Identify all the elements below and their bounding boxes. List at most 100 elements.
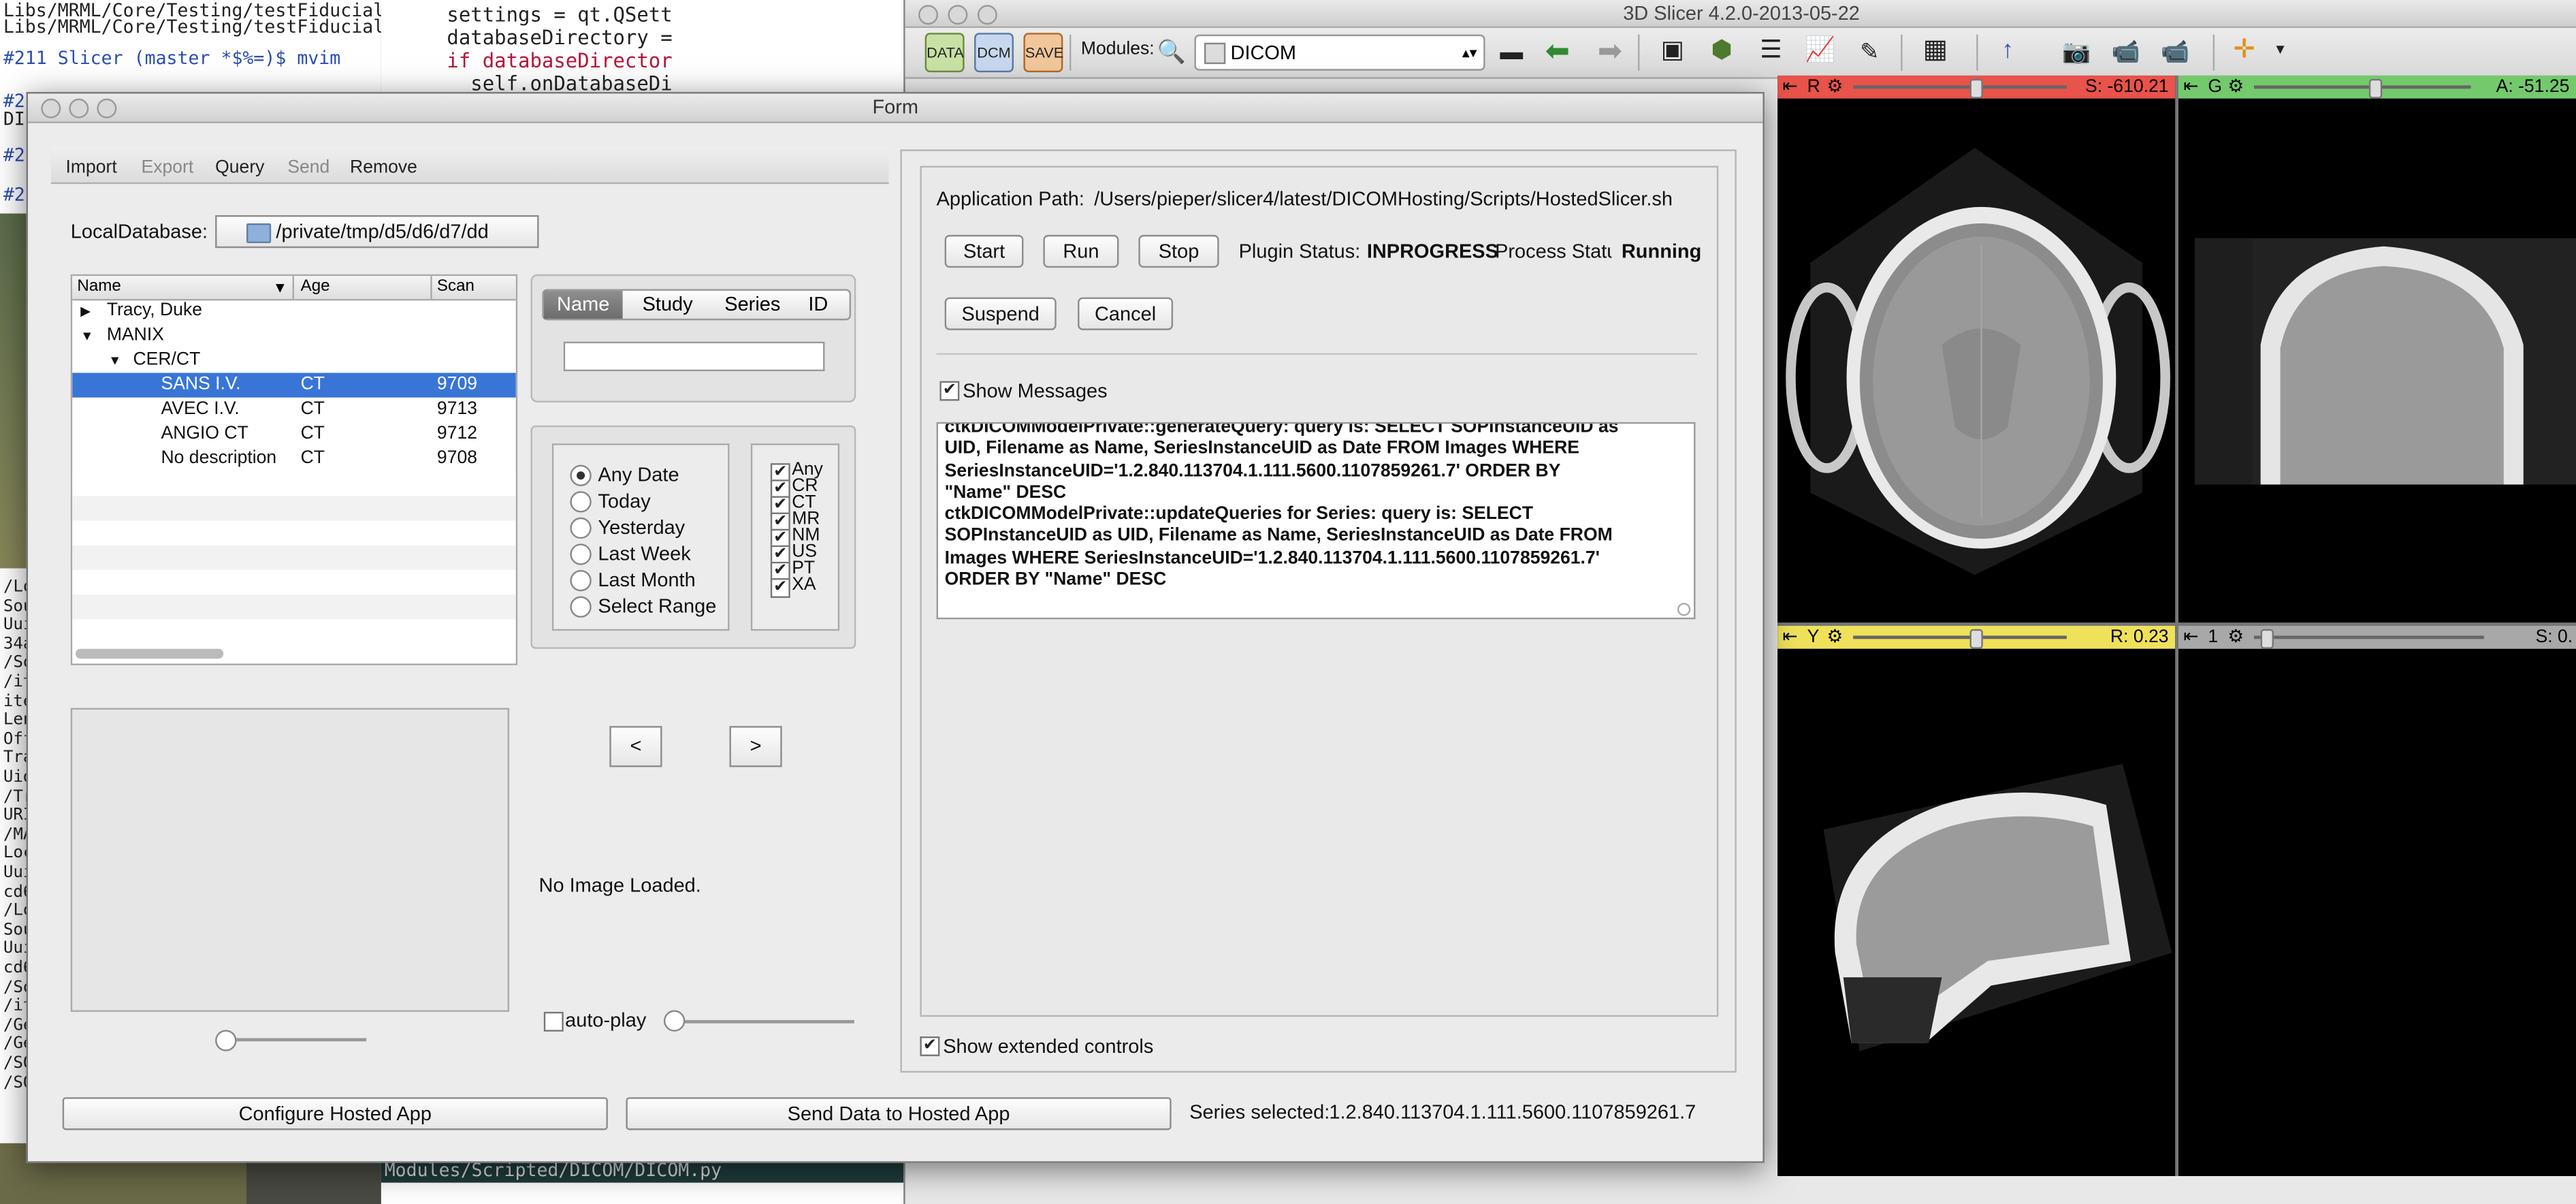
expand-down-icon[interactable]: ▼: [80, 323, 93, 348]
terminal-line: Tra: [3, 749, 27, 768]
show-messages-checkbox[interactable]: ✔: [939, 381, 960, 401]
fourth-slider-handle[interactable]: [2260, 629, 2274, 649]
stop-button[interactable]: Stop: [1138, 234, 1219, 268]
thumbnail-size-slider[interactable]: [218, 1038, 367, 1042]
terminal-line: /MA: [3, 825, 27, 844]
run-button[interactable]: Run: [1043, 234, 1119, 268]
link-icon[interactable]: ⚙: [2227, 76, 2244, 99]
dcm-button[interactable]: DCM: [974, 33, 1014, 73]
link-icon[interactable]: ⚙: [1827, 626, 1844, 649]
data-button[interactable]: DATA: [924, 33, 965, 73]
start-button[interactable]: Start: [944, 234, 1024, 268]
tab-name[interactable]: Name: [543, 290, 623, 319]
scene-view-icon[interactable]: 📹: [2108, 33, 2144, 69]
search-icon[interactable]: 🔍: [1153, 33, 1189, 69]
tree-row-series[interactable]: AVEC I.V. CT 9713: [72, 398, 516, 422]
pin-icon[interactable]: ⇤: [2183, 626, 2198, 649]
app-path-value[interactable]: /Users/pieper/slicer4/latest/DICOMHostin…: [1094, 187, 1673, 210]
modality-xa-checkbox[interactable]: ✔: [770, 578, 790, 598]
yellow-slice-slider[interactable]: [1853, 635, 2067, 639]
terminal-line: Uui: [3, 616, 27, 635]
red-slice-slider[interactable]: [1853, 85, 2067, 89]
header-scan[interactable]: Scan: [437, 276, 474, 299]
pin-icon[interactable]: ⇤: [1782, 76, 1797, 99]
chart-icon[interactable]: 📈: [1802, 33, 1838, 69]
menu-send[interactable]: Send: [287, 158, 329, 178]
save-button[interactable]: SAVE: [1023, 33, 1063, 73]
tree-row-series[interactable]: ANGIO CT CT 9712: [72, 422, 516, 447]
expand-down-icon[interactable]: ▼: [108, 348, 121, 373]
close-window-button[interactable]: [41, 98, 61, 118]
layers-icon[interactable]: ☰: [1753, 33, 1789, 69]
thumbnail-slider-handle[interactable]: [215, 1030, 237, 1051]
tree-row-study[interactable]: ▼ CER/CT: [72, 348, 516, 373]
autoplay-slider-handle[interactable]: [663, 1010, 686, 1032]
layout-grid-icon[interactable]: ▦: [1917, 33, 1953, 69]
minimize-window-button[interactable]: [948, 5, 968, 25]
yellow-slider-handle[interactable]: [1969, 629, 1983, 649]
message-log[interactable]: ctkDICOMModelPrivate::generateQuery: que…: [936, 422, 1696, 620]
radio-last-week[interactable]: [570, 543, 592, 565]
autoplay-checkbox[interactable]: [543, 1011, 564, 1032]
close-window-button[interactable]: [918, 5, 938, 25]
minimize-window-button[interactable]: [69, 98, 89, 118]
dicom-tree[interactable]: Name ▼ Age Scan ▶ Tracy, Duke ▼ MANIX ▼ …: [70, 274, 518, 665]
menu-remove[interactable]: Remove: [350, 158, 417, 178]
header-name[interactable]: Name: [77, 276, 120, 299]
tree-horizontal-scrollbar[interactable]: [76, 648, 224, 659]
module-history-icon[interactable]: ▬: [1494, 33, 1530, 69]
zoom-window-button[interactable]: [97, 98, 117, 118]
radio-last-month[interactable]: [570, 569, 592, 592]
link-icon[interactable]: ⚙: [1827, 76, 1844, 99]
configure-hosted-app-button[interactable]: Configure Hosted App: [62, 1097, 608, 1130]
header-age[interactable]: Age: [301, 276, 330, 299]
module-selector[interactable]: DICOM ▴▾: [1194, 34, 1485, 71]
tab-series[interactable]: Series: [724, 291, 780, 319]
next-image-button[interactable]: >: [729, 726, 782, 767]
date-options-box: Any Date Today Yesterday Last Week Last …: [551, 443, 730, 631]
chevron-down-icon[interactable]: ▾: [2262, 33, 2298, 69]
terminal-prompt: #211 Slicer (master *$%=)$ mvim: [3, 47, 341, 69]
pin-icon[interactable]: ⇤: [1782, 626, 1797, 649]
cancel-button[interactable]: Cancel: [1078, 297, 1174, 330]
resize-grip-icon[interactable]: [1677, 603, 1691, 616]
menu-export[interactable]: Export: [142, 158, 194, 178]
send-data-button[interactable]: Send Data to Hosted App: [626, 1097, 1172, 1130]
crosshair-icon[interactable]: ✛: [2226, 33, 2262, 69]
back-arrow-icon[interactable]: ⬅: [1539, 33, 1575, 69]
radio-select-range[interactable]: [570, 596, 592, 618]
show-extended-checkbox[interactable]: ✔: [920, 1036, 940, 1056]
tab-id[interactable]: ID: [808, 291, 828, 319]
autoplay-slider[interactable]: [669, 1019, 854, 1024]
radio-yesterday[interactable]: [570, 517, 592, 539]
form-window: Form Import Export Query Send Remove Loc…: [26, 92, 1765, 1163]
menu-query[interactable]: Query: [215, 158, 264, 178]
cube-icon[interactable]: ▣: [1654, 33, 1690, 69]
fourth-slice-slider[interactable]: [2254, 635, 2484, 639]
menu-import[interactable]: Import: [66, 158, 117, 178]
tab-study[interactable]: Study: [643, 291, 693, 319]
expand-right-icon[interactable]: ▶: [80, 299, 91, 323]
tree-row-series[interactable]: No description CT 9708: [72, 447, 516, 471]
green-slice-slider[interactable]: [2254, 85, 2471, 89]
green-slider-handle[interactable]: [2368, 78, 2383, 99]
local-database-path-button[interactable]: /private/tmp/d5/d6/d7/dd: [215, 215, 539, 249]
search-input[interactable]: [563, 341, 825, 372]
link-icon[interactable]: ⚙: [2227, 626, 2244, 649]
suspend-button[interactable]: Suspend: [944, 297, 1057, 330]
screenshot-icon[interactable]: 📷: [2059, 33, 2095, 69]
radio-today[interactable]: [570, 491, 592, 513]
previous-image-button[interactable]: <: [609, 726, 662, 767]
mouse-mode-icon[interactable]: ↑: [1989, 33, 2025, 69]
brain-icon[interactable]: ⬢: [1704, 33, 1740, 69]
radio-any-date[interactable]: [570, 464, 592, 486]
pin-icon[interactable]: ⇤: [2183, 76, 2198, 99]
scene-view-menu-icon[interactable]: 📹: [2157, 33, 2193, 69]
tree-row-patient[interactable]: ▼ MANIX: [72, 323, 516, 348]
zoom-window-button[interactable]: [977, 5, 997, 25]
tree-row-patient[interactable]: ▶ Tracy, Duke: [72, 299, 516, 323]
red-slider-handle[interactable]: [1969, 78, 1983, 99]
tree-row-series-selected[interactable]: SANS I.V. CT 9709: [72, 373, 516, 398]
forward-arrow-icon[interactable]: ➡: [1592, 33, 1628, 69]
edit-icon[interactable]: ✎: [1852, 33, 1888, 69]
